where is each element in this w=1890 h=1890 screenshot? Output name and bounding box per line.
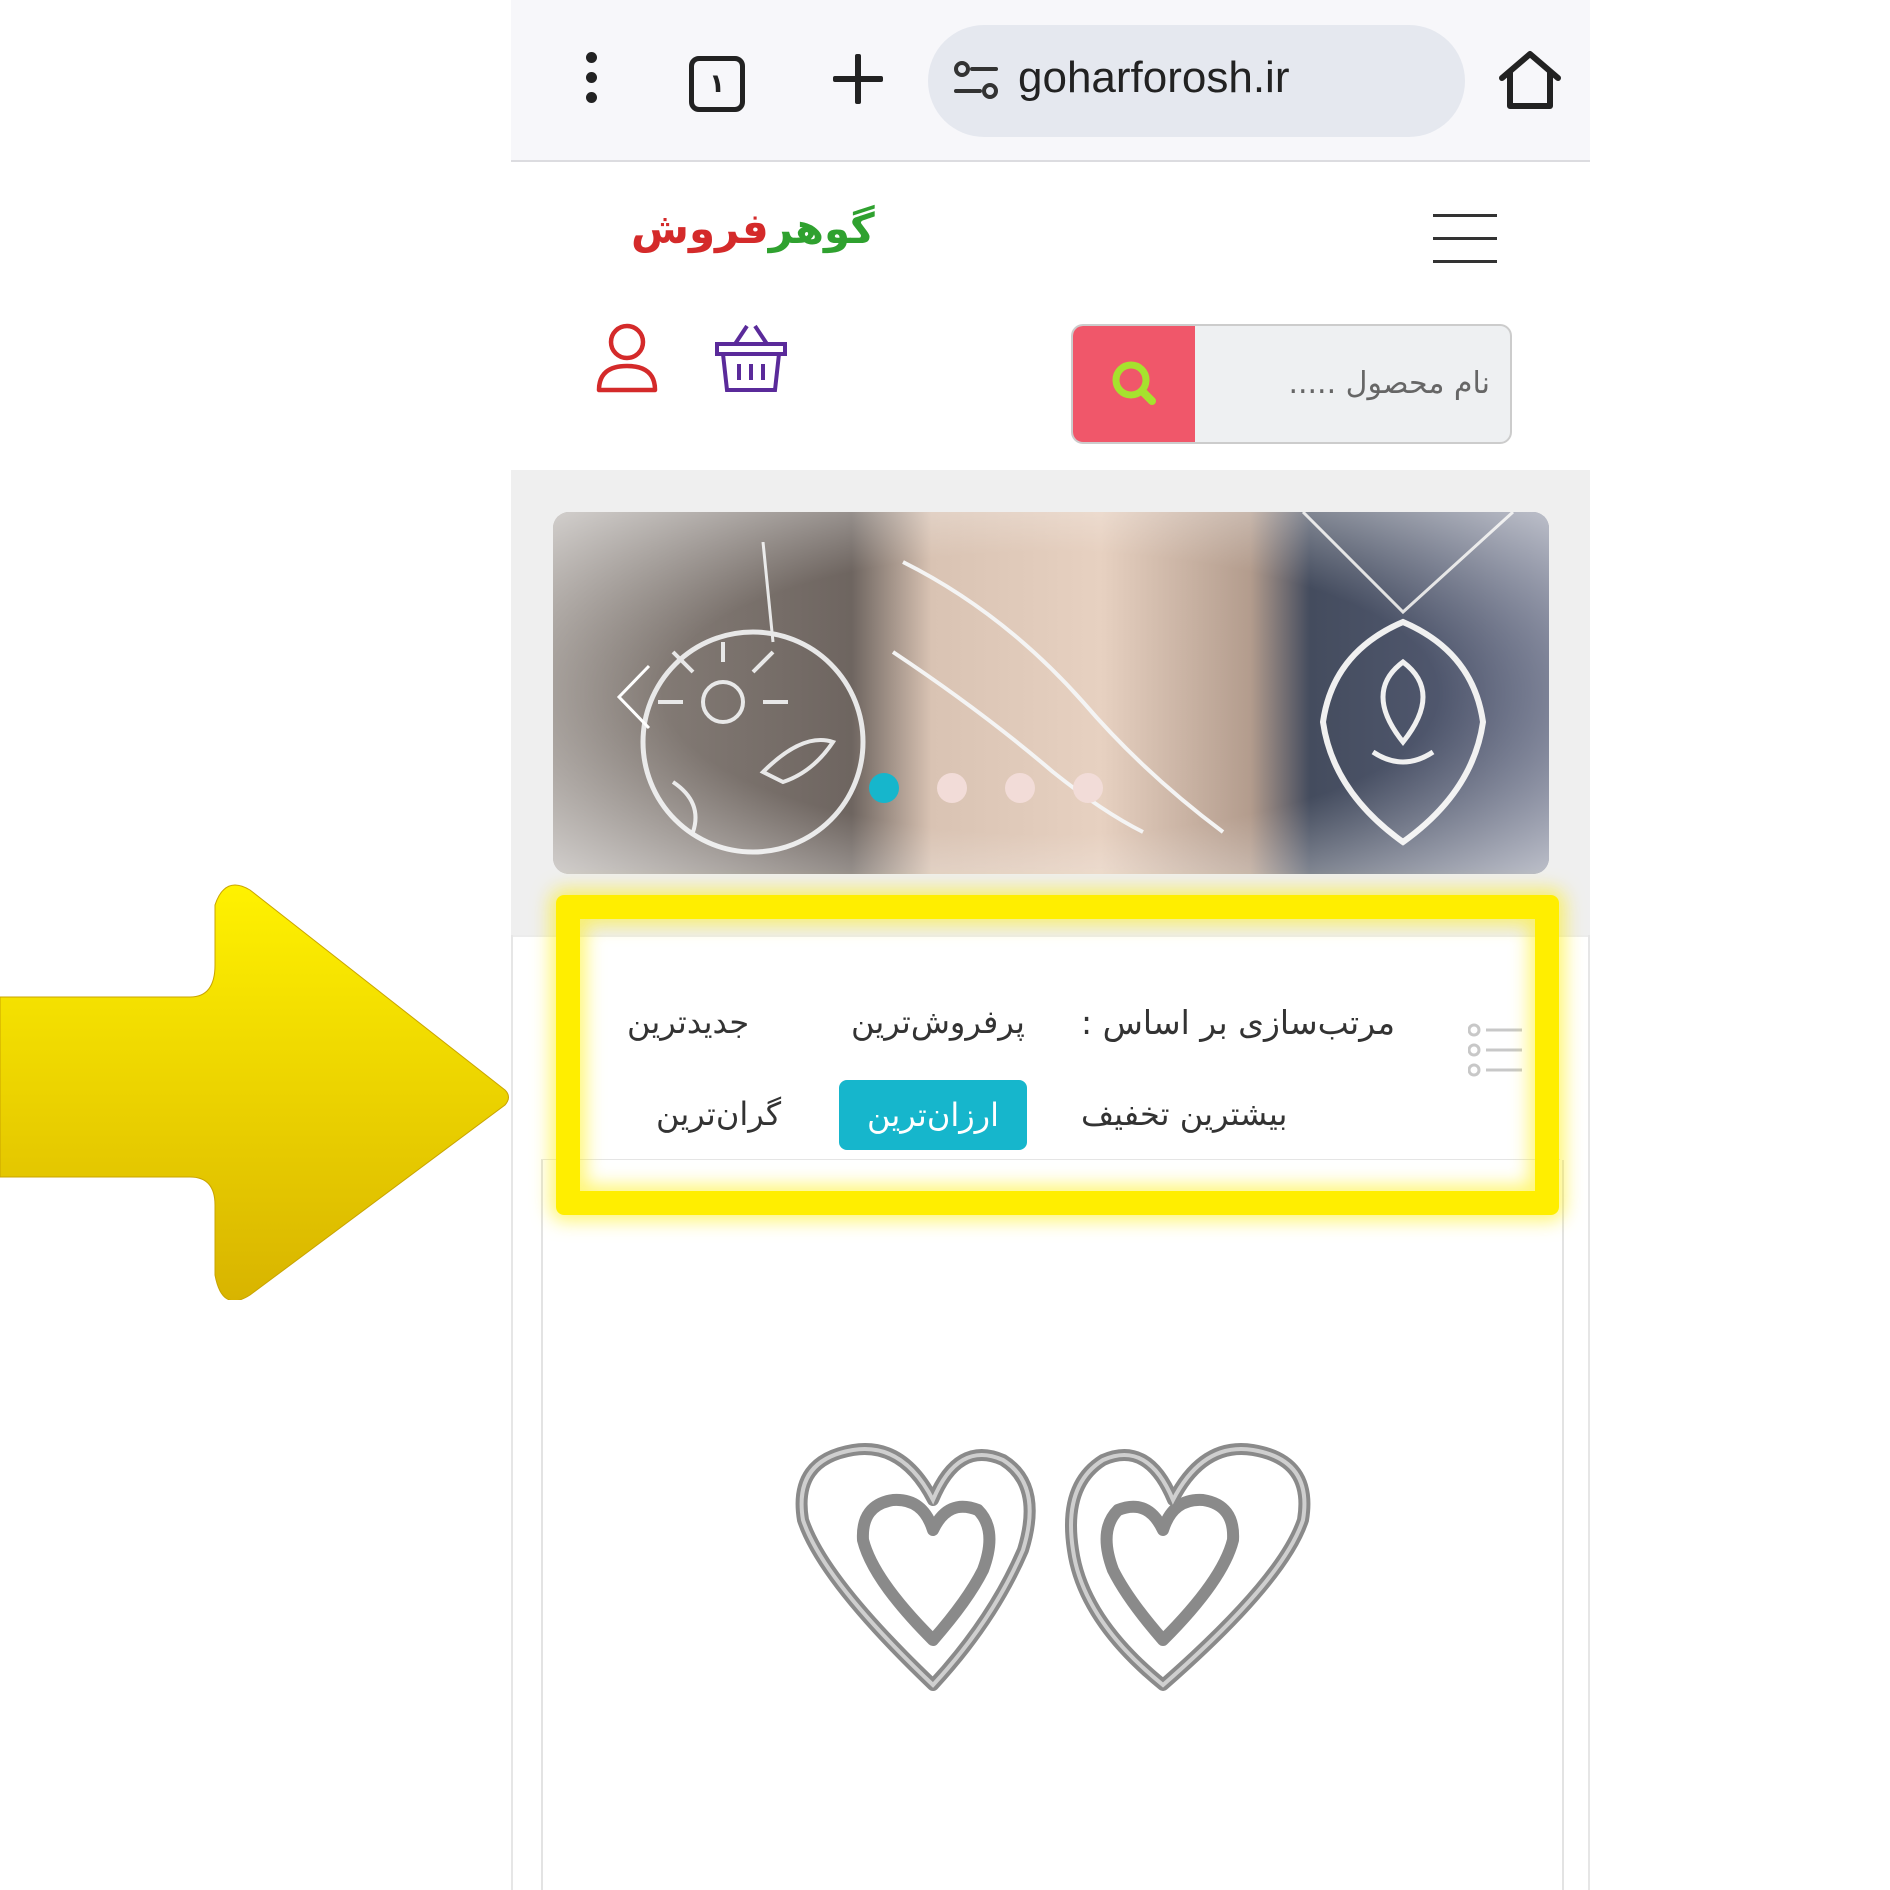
site-logo[interactable]: گوهرفروش <box>631 204 875 253</box>
slider-dot[interactable] <box>937 773 967 803</box>
site-header: گوهرفروش <box>511 162 1590 470</box>
tab-count: ١ <box>709 69 725 99</box>
search-button[interactable] <box>1073 326 1195 442</box>
slider-dot[interactable] <box>1005 773 1035 803</box>
search-icon <box>1112 361 1156 405</box>
hamburger-icon[interactable] <box>1431 212 1501 266</box>
slider-dot[interactable] <box>869 773 899 803</box>
address-bar[interactable]: goharforosh.ir <box>928 25 1465 137</box>
basket-icon[interactable] <box>715 322 787 394</box>
new-tab-icon[interactable] <box>829 50 887 108</box>
user-icon[interactable] <box>595 322 659 394</box>
heart-earrings-image <box>795 1443 1311 1691</box>
site-settings-icon[interactable] <box>952 59 1000 103</box>
chevron-left-icon[interactable] <box>613 662 653 732</box>
phone-screen: ١ goharforosh.ir گوهرفروش نام محصول ....… <box>511 0 1590 1890</box>
page-border <box>1588 935 1590 1890</box>
tabs-icon[interactable]: ١ <box>689 56 745 112</box>
banner-section <box>511 470 1590 935</box>
more-vert-icon[interactable] <box>561 50 621 110</box>
home-icon[interactable] <box>1496 48 1564 112</box>
search-box <box>1071 324 1512 444</box>
browser-toolbar: ١ goharforosh.ir <box>511 0 1590 162</box>
banner-slider[interactable] <box>553 512 1549 874</box>
yellow-arrow-icon <box>0 884 509 1300</box>
search-input[interactable] <box>1198 326 1492 440</box>
page-border <box>511 935 513 1890</box>
url-text: goharforosh.ir <box>1018 53 1290 102</box>
highlight-box <box>556 895 1559 1215</box>
product-card[interactable] <box>541 1160 1564 1890</box>
slider-dot[interactable] <box>1073 773 1103 803</box>
